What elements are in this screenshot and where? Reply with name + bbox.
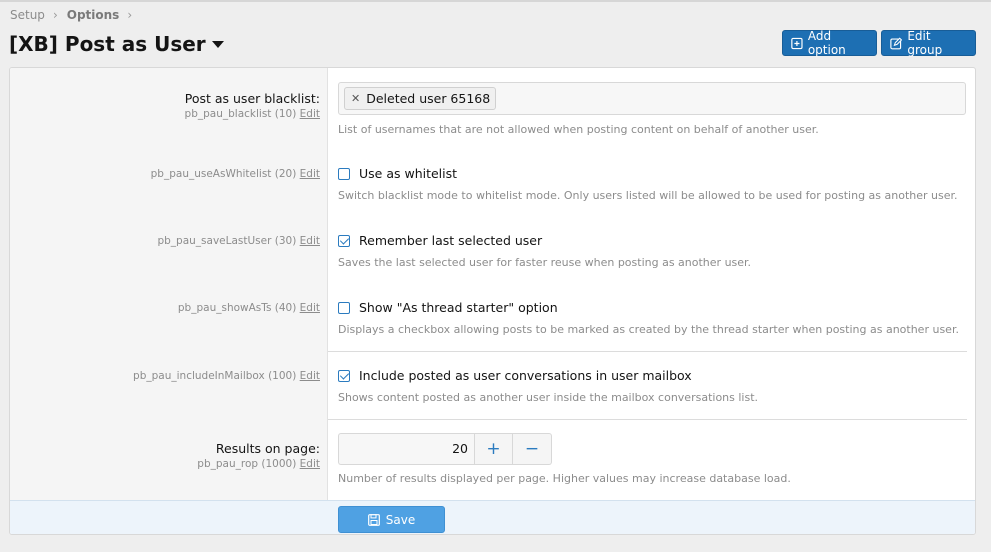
increment-button[interactable]: + xyxy=(474,433,513,465)
option-label-block: pb_pau_includeInMailbox (100) Edit xyxy=(133,368,320,382)
remove-token-icon[interactable]: ✕ xyxy=(351,92,360,105)
label-column xyxy=(10,68,328,500)
decrement-button[interactable]: − xyxy=(513,433,552,465)
option-label: Post as user blacklist: xyxy=(184,91,320,106)
blacklist-token-input[interactable]: ✕ Deleted user 65168 xyxy=(338,82,966,115)
caret-down-icon xyxy=(211,40,224,48)
breadcrumb-setup[interactable]: Setup xyxy=(10,8,45,22)
option-label-block: Post as user blacklist: pb_pau_blacklist… xyxy=(185,91,320,120)
show-as-thread-starter-checkbox[interactable]: Show "As thread starter" option xyxy=(338,300,959,315)
option-key-text: pb_pau_rop (1000) xyxy=(197,458,297,470)
edit-link[interactable]: Edit xyxy=(300,108,320,120)
plus-square-icon xyxy=(791,37,803,49)
checkbox-label: Show "As thread starter" option xyxy=(359,300,558,315)
option-key-text: pb_pau_useAsWhitelist (20) xyxy=(150,168,297,180)
edit-link[interactable]: Edit xyxy=(300,235,320,247)
add-option-button[interactable]: Add option xyxy=(782,29,877,57)
option-explain: Switch blacklist mode to whitelist mode.… xyxy=(338,189,958,202)
save-icon xyxy=(367,513,380,526)
option-key: pb_pau_rop (1000) Edit xyxy=(197,458,320,470)
option-key: pb_pau_useAsWhitelist (20) Edit xyxy=(151,168,320,180)
whitelist-checkbox[interactable]: Use as whitelist xyxy=(338,166,958,181)
form-footer: Save xyxy=(10,500,975,534)
page-title-text: [XB] Post as User xyxy=(9,32,206,56)
option-explain: List of usernames that are not allowed w… xyxy=(338,123,819,136)
edit-link[interactable]: Edit xyxy=(300,302,320,314)
save-button[interactable]: Save xyxy=(338,506,445,533)
results-stepper: 20 + − xyxy=(338,433,553,465)
option-control: Show "As thread starter" option Displays… xyxy=(338,300,959,336)
token-item[interactable]: ✕ Deleted user 65168 xyxy=(344,87,497,110)
option-explain: Shows content posted as another user ins… xyxy=(338,391,759,404)
token-label: Deleted user 65168 xyxy=(366,91,491,106)
top-border xyxy=(0,0,991,2)
chevron-right-icon: › xyxy=(127,8,133,22)
option-control: Include posted as user conversations in … xyxy=(338,368,758,404)
option-explain: Displays a checkbox allowing posts to be… xyxy=(338,323,959,336)
options-panel: Post as user blacklist: pb_pau_blacklist… xyxy=(9,67,976,535)
include-in-mailbox-checkbox[interactable]: Include posted as user conversations in … xyxy=(338,368,758,383)
edit-icon xyxy=(890,36,903,49)
breadcrumb-options[interactable]: Options xyxy=(67,8,120,22)
add-option-label: Add option xyxy=(807,29,846,57)
option-key-text: pb_pau_includeInMailbox (100) xyxy=(133,370,297,382)
save-last-user-checkbox[interactable]: Remember last selected user xyxy=(338,233,751,248)
divider xyxy=(328,351,967,352)
edit-link[interactable]: Edit xyxy=(300,458,320,470)
option-key: pb_pau_includeInMailbox (100) Edit xyxy=(133,370,320,382)
option-key: pb_pau_saveLastUser (30) Edit xyxy=(157,235,320,247)
checkbox-label: Use as whitelist xyxy=(359,166,458,181)
checkbox-box[interactable] xyxy=(338,167,350,180)
option-label: Results on page: xyxy=(215,441,320,456)
checkbox-label: Remember last selected user xyxy=(359,233,543,248)
results-input[interactable]: 20 xyxy=(338,433,474,465)
option-control: 20 + − Number of results displayed per p… xyxy=(338,433,791,485)
option-key: pb_pau_showAsTs (40) Edit xyxy=(178,302,320,314)
page-title[interactable]: [XB] Post as User xyxy=(9,32,224,56)
option-control: Remember last selected user Saves the la… xyxy=(338,233,751,269)
edit-link[interactable]: Edit xyxy=(300,370,320,382)
option-key-text: pb_pau_saveLastUser (30) xyxy=(157,235,297,247)
checkbox-box[interactable] xyxy=(338,234,350,247)
save-label: Save xyxy=(385,512,416,527)
option-label-block: pb_pau_useAsWhitelist (20) Edit xyxy=(151,166,320,180)
checkbox-label: Include posted as user conversations in … xyxy=(359,368,692,383)
option-key-text: pb_pau_blacklist (10) xyxy=(184,108,297,120)
edit-group-button[interactable]: Edit group xyxy=(881,29,976,57)
option-control: ✕ Deleted user 65168 List of usernames t… xyxy=(338,82,966,136)
divider xyxy=(328,419,967,420)
option-key-text: pb_pau_showAsTs (40) xyxy=(177,302,297,314)
option-label-block: pb_pau_showAsTs (40) Edit xyxy=(178,300,320,314)
option-control: Use as whitelist Switch blacklist mode t… xyxy=(338,166,958,202)
breadcrumb: Setup › Options › xyxy=(10,8,141,22)
option-explain: Saves the last selected user for faster … xyxy=(338,256,752,269)
checkbox-box[interactable] xyxy=(338,301,350,314)
option-label-block: Results on page: pb_pau_rop (1000) Edit xyxy=(197,441,320,470)
option-explain: Number of results displayed per page. Hi… xyxy=(338,472,791,485)
option-label-block: pb_pau_saveLastUser (30) Edit xyxy=(157,233,320,247)
edit-group-label: Edit group xyxy=(907,29,943,57)
option-key: pb_pau_blacklist (10) Edit xyxy=(185,108,320,120)
edit-link[interactable]: Edit xyxy=(300,168,320,180)
checkbox-box[interactable] xyxy=(338,369,350,382)
chevron-right-icon: › xyxy=(52,8,58,22)
